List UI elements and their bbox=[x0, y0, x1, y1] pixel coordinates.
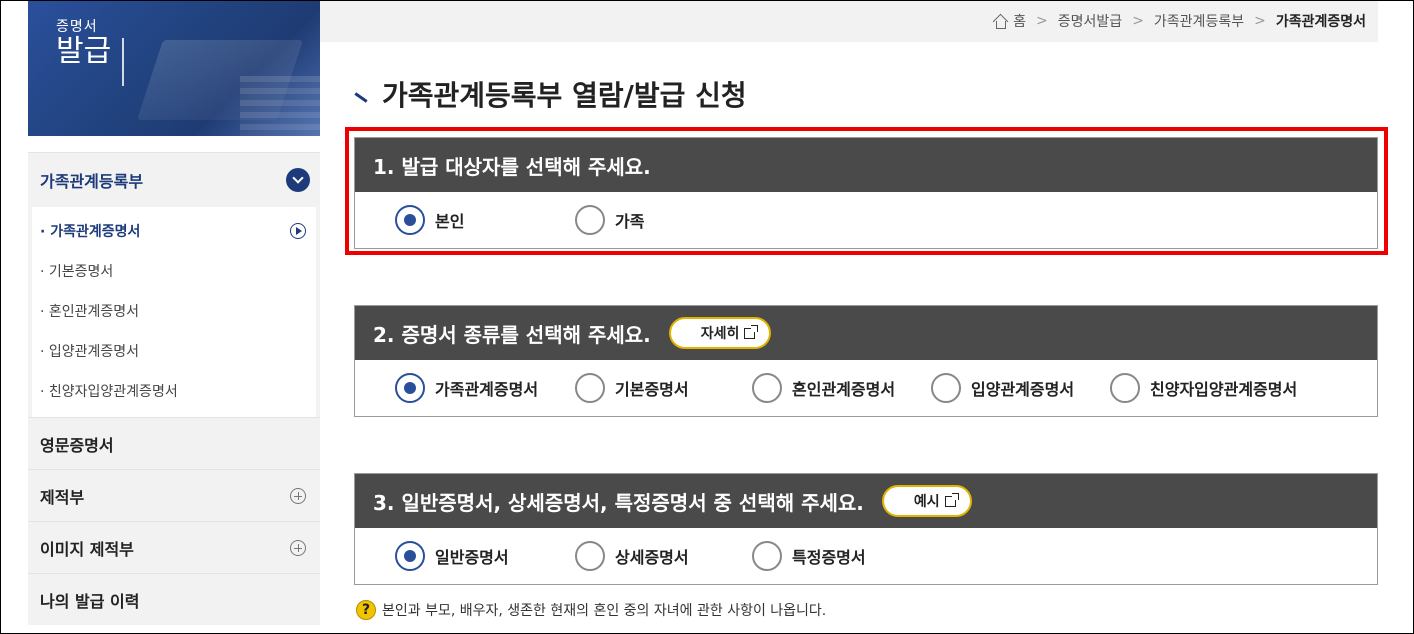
plus-circle-icon[interactable] bbox=[290, 487, 306, 504]
sidebar-submenu: · 가족관계증명서 · 기본증명서 · 혼인관계증명서 · 입양관계증명서 · … bbox=[32, 207, 316, 417]
home-icon[interactable] bbox=[993, 14, 1007, 29]
radio-unchecked-icon[interactable] bbox=[575, 373, 605, 403]
radio-family[interactable]: 가족 bbox=[575, 205, 644, 235]
radio-label: 가족관계증명서 bbox=[435, 380, 539, 399]
section-header: 1. 발급 대상자를 선택해 주세요. bbox=[355, 138, 1377, 192]
radio-unchecked-icon[interactable] bbox=[575, 205, 605, 235]
radio-marriage-cert[interactable]: 혼인관계증명서 bbox=[752, 373, 931, 403]
sidebar-menu: 가족관계등록부 · 가족관계증명서 · 기본증명서 · 혼인관계증명서 · 입양… bbox=[28, 152, 320, 625]
radio-general-cert[interactable]: 일반증명서 bbox=[395, 541, 575, 571]
banner-title-big: 발급 bbox=[56, 34, 112, 69]
section-cert-detail: 3. 일반증명서, 상세증명서, 특정증명서 중 선택해 주세요. 예시 일반증… bbox=[354, 473, 1378, 585]
radio-unchecked-icon[interactable] bbox=[1110, 373, 1140, 403]
section-options: 가족관계증명서 기본증명서 혼인관계증명서 입양관계증명서 친양자입양관계증명서 bbox=[355, 360, 1377, 416]
radio-checked-icon[interactable] bbox=[395, 205, 425, 235]
section-title: 3. 일반증명서, 상세증명서, 특정증명서 중 선택해 주세요. bbox=[373, 490, 864, 515]
sidebar-subitem-family-relation-cert[interactable]: · 가족관계증명서 bbox=[32, 211, 316, 251]
radio-full-adoption-cert[interactable]: 친양자입양관계증명서 bbox=[1110, 373, 1297, 403]
breadcrumb: 홈 > 증명서발급 > 가족관계등록부 > 가족관계증명서 bbox=[320, 0, 1378, 42]
external-link-icon bbox=[944, 492, 959, 507]
sidebar-subitem-label: · 입양관계증명서 bbox=[40, 344, 140, 360]
chevron-right-icon: > bbox=[1132, 13, 1144, 29]
sidebar: 증명서 발급 가족관계등록부 · 가족관계증명서 · 기본증명서 · 혼인관계증… bbox=[28, 0, 320, 634]
radio-checked-icon[interactable] bbox=[395, 541, 425, 571]
section-target: 1. 발급 대상자를 선택해 주세요. 본인 가족 bbox=[354, 137, 1378, 249]
radio-family-relation-cert[interactable]: 가족관계증명서 bbox=[395, 373, 575, 403]
radio-label: 혼인관계증명서 bbox=[792, 380, 896, 399]
sidebar-subitem-marriage-cert[interactable]: · 혼인관계증명서 bbox=[32, 291, 316, 331]
sidebar-subitem-basic-cert[interactable]: · 기본증명서 bbox=[32, 251, 316, 291]
chevron-right-icon: > bbox=[1254, 13, 1266, 29]
radio-unchecked-icon[interactable] bbox=[931, 373, 961, 403]
radio-label: 가족 bbox=[615, 212, 645, 231]
radio-label: 입양관계증명서 bbox=[971, 380, 1075, 399]
sidebar-item-label: 이미지 제적부 bbox=[40, 539, 134, 559]
radio-label: 본인 bbox=[435, 212, 465, 231]
breadcrumb-cert-issue[interactable]: 증명서발급 bbox=[1058, 11, 1122, 31]
radio-label: 특정증명서 bbox=[792, 548, 866, 567]
radio-specific-cert[interactable]: 특정증명서 bbox=[752, 541, 866, 571]
breadcrumb-family-register[interactable]: 가족관계등록부 bbox=[1154, 11, 1244, 31]
sidebar-subitem-full-adoption-cert[interactable]: · 친양자입양관계증명서 bbox=[32, 371, 316, 411]
banner-title-bar bbox=[122, 38, 124, 86]
radio-unchecked-icon[interactable] bbox=[752, 541, 782, 571]
external-link-icon bbox=[744, 324, 759, 339]
sidebar-subitem-label: · 혼인관계증명서 bbox=[40, 304, 140, 320]
page-title: 가족관계등록부 열람/발급 신청 bbox=[354, 74, 747, 114]
section-header: 3. 일반증명서, 상세증명서, 특정증명서 중 선택해 주세요. 예시 bbox=[355, 474, 1377, 528]
sidebar-item-removal-register[interactable]: 제적부 bbox=[28, 469, 320, 521]
radio-basic-cert[interactable]: 기본증명서 bbox=[575, 373, 752, 403]
section-title: 2. 증명서 종류를 선택해 주세요. bbox=[373, 322, 651, 347]
breadcrumb-current: 가족관계증명서 bbox=[1275, 14, 1366, 30]
radio-unchecked-icon[interactable] bbox=[575, 541, 605, 571]
sidebar-item-label: 영문증명서 bbox=[40, 435, 114, 455]
radio-label: 일반증명서 bbox=[435, 548, 509, 567]
section-title: 1. 발급 대상자를 선택해 주세요. bbox=[373, 154, 651, 179]
question-icon: ? bbox=[356, 600, 376, 620]
sidebar-subitem-label: · 친양자입양관계증명서 bbox=[40, 384, 178, 400]
example-button[interactable]: 예시 bbox=[881, 485, 972, 517]
section-options: 본인 가족 bbox=[355, 192, 1377, 248]
radio-unchecked-icon[interactable] bbox=[752, 373, 782, 403]
sidebar-item-label: 나의 발급 이력 bbox=[40, 591, 140, 611]
banner-title-small: 증명서 bbox=[56, 19, 98, 35]
info-note: ? 본인과 부모, 배우자, 생존한 현재의 혼인 중의 자녀에 관한 사항이 … bbox=[356, 600, 826, 620]
sidebar-item-english-cert[interactable]: 영문증명서 bbox=[28, 417, 320, 469]
radio-label: 친양자입양관계증명서 bbox=[1150, 380, 1298, 399]
sidebar-group-label: 가족관계등록부 bbox=[40, 172, 144, 191]
sidebar-subitem-adoption-cert[interactable]: · 입양관계증명서 bbox=[32, 331, 316, 371]
section-cert-type: 2. 증명서 종류를 선택해 주세요. 자세히 가족관계증명서 기본증명서 혼인… bbox=[354, 305, 1378, 417]
banner: 증명서 발급 bbox=[28, 0, 320, 136]
sidebar-group-family-register: 가족관계등록부 · 가족관계증명서 · 기본증명서 · 혼인관계증명서 · 입양… bbox=[28, 152, 320, 417]
arrow-right-circle-icon bbox=[290, 223, 306, 239]
radio-detailed-cert[interactable]: 상세증명서 bbox=[575, 541, 752, 571]
radio-label: 기본증명서 bbox=[615, 380, 689, 399]
radio-self[interactable]: 본인 bbox=[395, 205, 575, 235]
sidebar-group-head[interactable]: 가족관계등록부 bbox=[28, 153, 320, 207]
chevron-right-icon: > bbox=[1036, 13, 1048, 29]
section-options: 일반증명서 상세증명서 특정증명서 bbox=[355, 528, 1377, 584]
radio-adoption-cert[interactable]: 입양관계증명서 bbox=[931, 373, 1110, 403]
sidebar-subitem-label: · 기본증명서 bbox=[40, 264, 114, 280]
banner-title: 증명서 발급 bbox=[56, 16, 124, 86]
breadcrumb-home[interactable]: 홈 bbox=[1013, 11, 1026, 31]
section-header: 2. 증명서 종류를 선택해 주세요. 자세히 bbox=[355, 306, 1377, 360]
radio-label: 상세증명서 bbox=[615, 548, 689, 567]
sidebar-subitem-label: · 가족관계증명서 bbox=[40, 224, 141, 240]
info-note-text: 본인과 부모, 배우자, 생존한 현재의 혼인 중의 자녀에 관한 사항이 나옵… bbox=[382, 603, 827, 619]
details-button-label: 자세히 bbox=[700, 325, 740, 341]
radio-checked-icon[interactable] bbox=[395, 373, 425, 403]
details-button[interactable]: 자세히 bbox=[668, 317, 772, 349]
chevron-down-icon[interactable] bbox=[286, 168, 310, 192]
sidebar-item-my-history[interactable]: 나의 발급 이력 bbox=[28, 573, 320, 625]
title-mark-icon bbox=[354, 91, 368, 103]
page-title-text: 가족관계등록부 열람/발급 신청 bbox=[382, 79, 747, 112]
sidebar-item-image-removal-register[interactable]: 이미지 제적부 bbox=[28, 521, 320, 573]
sidebar-item-label: 제적부 bbox=[40, 487, 85, 507]
plus-circle-icon[interactable] bbox=[290, 539, 306, 556]
banner-books-graphic bbox=[240, 76, 320, 136]
example-button-label: 예시 bbox=[913, 493, 940, 509]
